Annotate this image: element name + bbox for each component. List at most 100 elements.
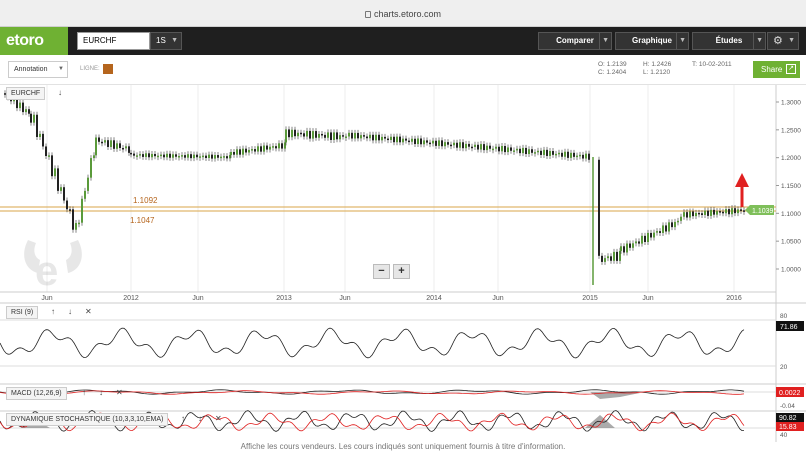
candle-body	[139, 154, 141, 156]
arrow-down-icon[interactable]: ↓	[99, 388, 103, 397]
candle-body	[242, 148, 244, 155]
symbol-pane-label[interactable]: EURCHF	[6, 87, 46, 100]
main-pane[interactable]	[0, 85, 776, 292]
symbol-input[interactable]: EURCHF	[77, 32, 150, 50]
candle-body	[107, 140, 109, 147]
y-tick-label: 1.2500	[781, 127, 801, 134]
candle-body	[384, 136, 386, 139]
candle-body	[57, 168, 59, 191]
candle-body	[620, 246, 622, 251]
candle-body	[208, 154, 210, 159]
candle-body	[196, 154, 198, 158]
candle-body	[429, 142, 431, 145]
candle-body	[19, 102, 21, 109]
close-icon[interactable]: ✕	[85, 307, 92, 316]
studies-menu[interactable]: Études ▼	[692, 32, 766, 50]
candle-body	[582, 154, 584, 159]
candle-body	[414, 138, 416, 145]
close-icon[interactable]: ✕	[116, 388, 123, 397]
candle-body	[426, 140, 428, 143]
arrow-down-icon[interactable]: ↓	[198, 414, 202, 423]
zoom-out-button[interactable]: −	[373, 264, 390, 279]
candle-body	[489, 145, 491, 149]
macd-level: -0.04	[780, 403, 795, 410]
candle-body	[33, 114, 35, 123]
candle-body	[686, 212, 688, 218]
candle-body	[110, 140, 112, 147]
candle-body	[372, 134, 374, 141]
candle-body	[677, 220, 679, 223]
arrow-up-icon[interactable]: ↑	[181, 414, 185, 423]
candle-body	[336, 132, 338, 140]
candle-body	[51, 155, 53, 177]
candle-body	[90, 158, 92, 178]
candle-body	[462, 142, 464, 149]
candle-body	[504, 146, 506, 153]
line-color-swatch[interactable]	[103, 64, 113, 74]
rsi-pane-label[interactable]: RSI (9)	[6, 306, 39, 319]
candle-body	[731, 208, 733, 215]
candle-body	[217, 155, 219, 158]
candle-body	[495, 146, 497, 149]
arrow-up-icon[interactable]: ↑	[51, 307, 55, 316]
candle-body	[312, 131, 314, 139]
candle-body	[680, 216, 682, 221]
etoro-logo[interactable]: etoro	[0, 27, 68, 55]
ohlc-open-close: O: 1.2139 C: 1.2404	[598, 61, 627, 76]
chevron-down-icon: ▼	[788, 37, 795, 44]
candle-body	[133, 153, 135, 156]
timeframe-select[interactable]: 1S ▼	[150, 32, 182, 50]
zoom-in-button[interactable]: +	[393, 264, 410, 279]
x-tick-label: 2016	[726, 295, 742, 302]
candle-body	[695, 212, 697, 217]
browser-url-bar[interactable]: charts.etoro.com	[0, 0, 806, 27]
candle-body	[543, 149, 545, 155]
candle-body	[555, 153, 557, 156]
macd-pane-label[interactable]: MACD (12,26,9)	[6, 387, 67, 400]
candle-body	[513, 150, 515, 152]
candle-body	[187, 154, 189, 158]
candle-body	[650, 232, 652, 238]
chart-menu[interactable]: Graphique ▼	[615, 32, 689, 50]
stoch-pane-label[interactable]: DYNAMIQUE STOCHASTIQUE (10,3,3,10,EMA)	[6, 413, 169, 426]
share-button[interactable]: Share ↗	[753, 61, 800, 78]
arrow-down-icon[interactable]: ↓	[58, 88, 62, 97]
compare-menu[interactable]: Comparer ▼	[538, 32, 612, 50]
chevron-down-icon: ▼	[599, 33, 609, 49]
candle-body	[148, 153, 150, 158]
close-icon[interactable]: ✕	[215, 414, 222, 423]
candle-body	[616, 251, 618, 261]
candle-body	[390, 136, 392, 140]
candle-body	[230, 151, 232, 156]
candle-body	[510, 147, 512, 151]
rsi-value: 71.86	[780, 324, 798, 331]
candle-body	[656, 231, 658, 233]
candle-body	[626, 243, 628, 253]
candle-body	[393, 136, 395, 143]
arrow-up-icon[interactable]: ↑	[82, 388, 86, 397]
y-tick-label: 1.0000	[781, 267, 801, 274]
candle-body	[432, 140, 434, 144]
candle-body	[632, 243, 634, 248]
candle-body	[357, 132, 359, 139]
candle-body	[438, 140, 440, 146]
arrow-down-icon[interactable]: ↓	[68, 307, 72, 316]
candle-body	[281, 143, 283, 149]
candle-body	[60, 187, 62, 191]
url-text[interactable]: charts.etoro.com	[0, 9, 806, 19]
candle-body	[692, 211, 694, 217]
rsi-line[interactable]	[0, 327, 745, 359]
settings-button[interactable]: ⚙ ▼	[767, 32, 799, 50]
candle-body	[360, 135, 362, 139]
candle-body	[363, 135, 365, 137]
candle-body	[710, 209, 712, 216]
candle-body	[411, 138, 413, 142]
candle-body	[157, 155, 159, 158]
stoch-value-1: 90.82	[779, 415, 797, 422]
footer-disclaimer: Affiche les cours vendeurs. Les cours in…	[240, 442, 566, 451]
candle-body	[450, 144, 452, 147]
candle-body	[285, 129, 287, 143]
x-tick-label: Jun	[192, 295, 203, 302]
candle-body	[659, 231, 661, 233]
annotation-select[interactable]: Annotation ▼	[8, 61, 68, 78]
